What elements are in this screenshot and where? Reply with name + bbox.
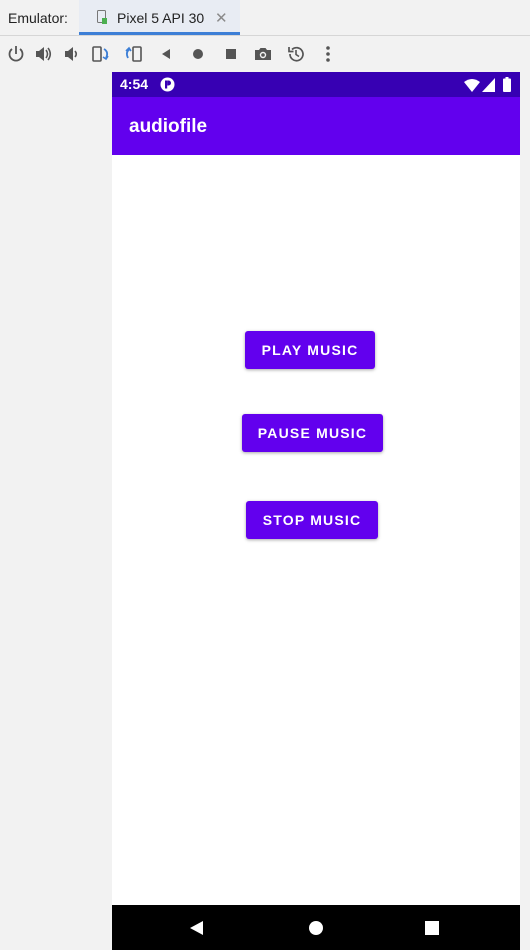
overview-icon[interactable]: [221, 44, 241, 64]
back-icon[interactable]: [156, 44, 176, 64]
device-screen: 4:54 audiofile PLAY MUSIC PAUSE MUSIC ST…: [112, 72, 520, 950]
home-icon[interactable]: [188, 44, 208, 64]
active-tab-indicator: [79, 32, 240, 35]
volume-down-icon[interactable]: [61, 44, 81, 64]
wifi-icon: [464, 79, 480, 92]
power-icon[interactable]: [6, 44, 26, 64]
device-icon: [97, 10, 107, 24]
volume-up-icon[interactable]: [33, 44, 53, 64]
signal-icon: [482, 78, 495, 92]
camera-icon[interactable]: [253, 44, 273, 64]
emulator-header: Emulator: Pixel 5 API 30 ✕: [0, 0, 530, 36]
notification-icon: [160, 77, 175, 92]
rotate-right-icon[interactable]: [123, 44, 143, 64]
device-tab-title: Pixel 5 API 30: [117, 10, 205, 26]
app-title: audiofile: [129, 116, 208, 137]
status-bar: 4:54: [112, 72, 520, 97]
pause-music-button[interactable]: PAUSE MUSIC: [242, 414, 383, 452]
nav-home-icon[interactable]: [308, 920, 324, 936]
snapshot-icon[interactable]: [286, 44, 306, 64]
close-icon[interactable]: ✕: [215, 9, 228, 27]
play-music-button[interactable]: PLAY MUSIC: [245, 331, 375, 369]
emulator-toolbar: [0, 36, 530, 72]
status-time: 4:54: [120, 76, 149, 92]
app-bar: audiofile: [112, 97, 520, 155]
rotate-left-icon[interactable]: [91, 44, 111, 64]
nav-overview-icon[interactable]: [425, 921, 439, 935]
battery-icon: [503, 77, 511, 92]
navigation-bar: [112, 905, 520, 950]
more-icon[interactable]: [318, 44, 338, 64]
stop-music-button[interactable]: STOP MUSIC: [246, 501, 378, 539]
device-tab[interactable]: Pixel 5 API 30 ✕: [79, 0, 240, 35]
emulator-label: Emulator:: [8, 10, 68, 26]
nav-back-icon[interactable]: [188, 920, 204, 936]
